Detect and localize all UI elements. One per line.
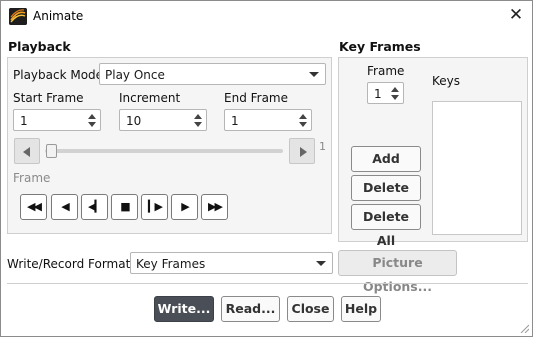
write-format-select[interactable]: Key Frames (130, 252, 333, 274)
play-reverse-button[interactable]: ◀▎ (81, 194, 108, 220)
slider-max-label: 1 (319, 140, 326, 153)
key-frame-label: Frame (367, 64, 405, 78)
stop-icon: ■ (120, 200, 131, 213)
add-key-button[interactable]: Add (351, 146, 421, 172)
frame-label: Frame (13, 171, 51, 185)
step-forward-button[interactable]: ▶ (171, 194, 198, 220)
step-back-icon: ◀ (61, 200, 70, 213)
end-frame-spinner[interactable]: 1 (224, 109, 312, 131)
frame-slider-thumb[interactable] (46, 144, 57, 158)
chevron-down-icon (309, 72, 319, 77)
step-back-button[interactable]: ◀ (51, 194, 78, 220)
step-forward-icon: ▶ (181, 200, 190, 213)
footer-separator (7, 283, 528, 284)
title-bar[interactable]: Animate ✕ (1, 1, 532, 32)
play-button[interactable]: ▎▶ (141, 194, 168, 220)
rewind-icon: ◀◀ (27, 200, 42, 213)
end-frame-label: End Frame (224, 91, 289, 105)
spin-up-icon[interactable] (194, 114, 202, 119)
skip-to-end-button[interactable]: ▶▶ (201, 194, 228, 220)
picture-options-button[interactable]: Picture Options... (338, 250, 457, 294)
start-frame-label: Start Frame (13, 91, 84, 105)
stop-button[interactable]: ■ (111, 194, 138, 220)
start-frame-spinner[interactable]: 1 (13, 109, 101, 131)
playback-mode-select[interactable]: Play Once (99, 63, 326, 85)
arrow-right-icon (300, 147, 307, 157)
playback-group-title: Playback (8, 39, 71, 54)
fluent-app-icon (9, 8, 27, 25)
delete-key-button[interactable]: Delete (351, 175, 421, 201)
spin-up-icon[interactable] (299, 114, 307, 119)
write-format-label: Write/Record Format (7, 257, 131, 271)
play-icon: ▎▶ (148, 200, 163, 213)
chevron-down-icon (316, 261, 326, 266)
play-reverse-icon: ◀▎ (88, 200, 103, 213)
resize-grip-icon[interactable] (519, 323, 529, 333)
close-button[interactable]: Close (287, 296, 334, 322)
slider-right-button[interactable] (289, 138, 315, 164)
help-button[interactable]: Help (341, 296, 381, 322)
playback-mode-value: Play Once (105, 68, 165, 82)
frame-slider-track[interactable] (45, 149, 283, 153)
start-frame-value: 1 (20, 114, 28, 128)
animate-dialog: Animate ✕ Playback Playback Mode Play On… (0, 0, 533, 337)
delete-all-keys-button[interactable]: Delete All (351, 204, 421, 248)
read-button[interactable]: Read... (221, 296, 280, 322)
spin-up-icon[interactable] (391, 87, 399, 92)
key-frame-value: 1 (374, 87, 382, 101)
write-button[interactable]: Write... (154, 296, 214, 322)
increment-value: 10 (126, 114, 142, 128)
playback-mode-label: Playback Mode (13, 68, 104, 82)
end-frame-value: 1 (231, 114, 239, 128)
key-frames-group-title: Key Frames (339, 39, 421, 54)
write-format-value: Key Frames (136, 257, 206, 271)
slider-left-button[interactable] (14, 138, 40, 164)
close-icon[interactable]: ✕ (508, 7, 524, 24)
arrow-left-icon (23, 147, 30, 157)
fast-forward-icon: ▶▶ (208, 200, 223, 213)
spin-down-icon[interactable] (88, 122, 96, 127)
keys-label: Keys (432, 74, 461, 88)
spin-down-icon[interactable] (194, 122, 202, 127)
window-title: Animate (33, 9, 84, 23)
key-frame-spinner[interactable]: 1 (367, 82, 404, 104)
skip-to-start-button[interactable]: ◀◀ (20, 194, 47, 220)
increment-label: Increment (119, 91, 181, 105)
spin-down-icon[interactable] (391, 95, 399, 100)
spin-down-icon[interactable] (299, 122, 307, 127)
increment-spinner[interactable]: 10 (119, 109, 207, 131)
spin-up-icon[interactable] (88, 114, 96, 119)
keys-listbox[interactable] (432, 101, 522, 235)
